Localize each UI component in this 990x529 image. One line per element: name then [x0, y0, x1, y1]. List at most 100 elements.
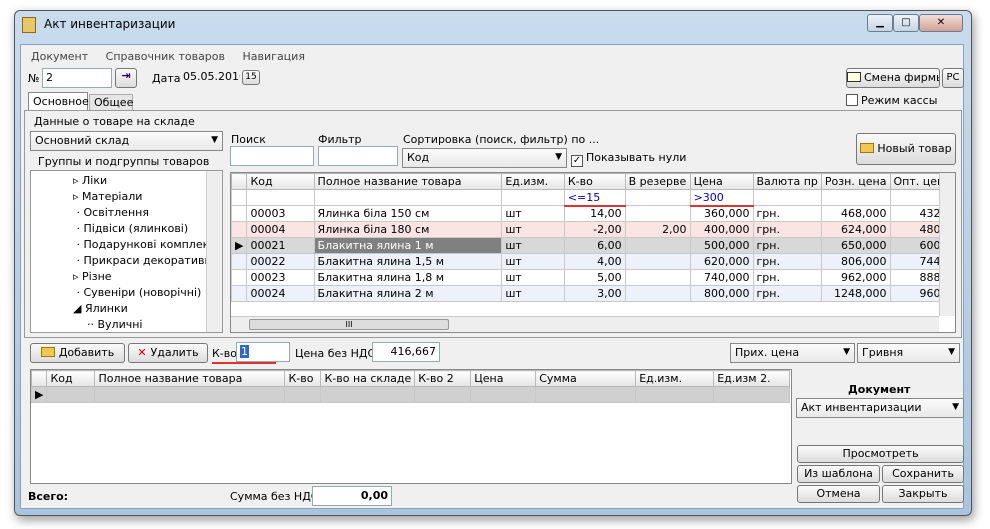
filter-cell[interactable] — [752, 189, 822, 206]
number-pick-button[interactable]: ⇥ — [115, 68, 137, 88]
maximize-button[interactable]: □ — [893, 14, 919, 32]
doc-number-input[interactable]: 2 — [42, 68, 112, 88]
new-item-button[interactable]: Новый товар — [856, 133, 956, 165]
tree-item[interactable]: · Освітлення — [73, 205, 222, 221]
close-button[interactable]: ✕ — [919, 14, 963, 32]
filter-cell[interactable] — [820, 189, 891, 206]
col-price[interactable]: Цена — [689, 173, 754, 190]
price-no-vat-value[interactable]: 416,667 — [372, 342, 440, 362]
col-retail[interactable]: Розн. цена — [820, 173, 891, 190]
delete-button[interactable]: ✕ Удалить — [128, 343, 208, 363]
col-price[interactable]: Цена — [470, 370, 537, 387]
price-no-vat-label: Цена без НДС: — [295, 347, 379, 360]
table-row[interactable]: 00024 Блакитна ялина 2 м шт 3,00 800,000 грн.… — [231, 285, 955, 302]
tree-item[interactable]: · Сувеніри (новорічні) — [73, 285, 222, 301]
folder-icon — [860, 143, 875, 153]
col-currency[interactable]: Валюта пр — [752, 173, 822, 190]
rc-button[interactable]: РС — [942, 68, 964, 88]
new-item-label: Новый товар — [877, 142, 952, 155]
add-button[interactable]: Добавить — [30, 343, 125, 363]
group-tree[interactable]: ▹ Ліки ▹ Матеріали · Освітлення · Підвіс… — [30, 170, 223, 333]
cash-mode-checkbox[interactable]: Режим кассы — [846, 94, 937, 107]
header-row: Код Полное название товара Ед.изм. К-во … — [231, 173, 955, 190]
cash-mode-label: Режим кассы — [861, 94, 938, 107]
col-qty[interactable]: К-во — [563, 173, 626, 190]
menu-catalog[interactable]: Справочник товаров — [106, 50, 225, 63]
tree-item[interactable]: · Прикраси декоративні — [73, 253, 222, 269]
tree-item[interactable]: ▹ Різне — [73, 269, 222, 285]
tab-general[interactable]: Общее — [89, 94, 133, 111]
products-grid: Код Полное название товара Ед.изм. К-во … — [230, 172, 956, 333]
col-unit[interactable]: Ед.изм. — [635, 370, 715, 387]
tree-item[interactable]: ◢ Ялинки — [73, 301, 222, 317]
col-unit[interactable]: Ед.изм. — [501, 173, 565, 190]
tree-item[interactable]: ·· Вуличні — [73, 317, 222, 332]
delete-icon: ✕ — [137, 346, 147, 359]
warehouse-select[interactable]: Основний склад — [30, 131, 223, 151]
col-sum[interactable]: Сумма — [535, 370, 637, 387]
search-label: Поиск — [231, 133, 266, 146]
col-name[interactable]: Полное название товара — [313, 173, 503, 190]
tree-item[interactable]: ▹ Ліки — [73, 173, 222, 189]
show-zero-checkbox[interactable]: ✓ Показывать нули — [571, 151, 686, 167]
tab-main[interactable]: Основное — [28, 92, 89, 111]
tree-item[interactable]: · Підвіси (ялинкові) — [73, 221, 222, 237]
filter-label: Фильтр — [318, 133, 362, 146]
preview-button[interactable]: Просмотреть — [797, 445, 964, 463]
products-table: Код Полное название товара Ед.изм. К-во … — [231, 173, 955, 302]
col-name[interactable]: Полное название товара — [94, 370, 286, 387]
document-label: Документ — [848, 383, 911, 396]
goods-section-title: Данные о товаре на складе — [34, 115, 195, 128]
document-type-select[interactable]: Акт инвентаризации — [796, 398, 964, 418]
col-reserve[interactable]: В резерве — [624, 173, 691, 190]
tree-item[interactable]: ▹ Матеріали — [73, 189, 222, 205]
check-icon: ✓ — [571, 155, 583, 167]
hscroll-thumb[interactable]: III — [249, 319, 449, 330]
cancel-button[interactable]: Отмена — [797, 485, 880, 503]
folder-open-icon — [40, 347, 55, 357]
col-qty2[interactable]: К-во 2 — [414, 370, 472, 387]
menu-document[interactable]: Документ — [31, 50, 88, 63]
save-button[interactable]: Сохранить — [882, 465, 964, 483]
col-code[interactable]: Код — [246, 173, 315, 190]
tree-scrollbar[interactable] — [206, 171, 222, 332]
filter-cell[interactable] — [624, 189, 691, 206]
minimize-button[interactable]: ▁ — [867, 14, 893, 32]
col-stock-qty[interactable]: К-во на складе — [320, 370, 416, 387]
table-row[interactable]: 00022 Блакитна ялина 1,5 м шт 4,00 620,000 гр… — [231, 253, 955, 270]
table-row[interactable]: 00004 Ялинка біла 180 см шт -2,00 2,00 400,00… — [231, 221, 955, 238]
tree-item[interactable]: · Подарункові комплекти — [73, 237, 222, 253]
currency-select[interactable]: Гривня — [857, 343, 960, 363]
sum-no-vat-value: 0,00 — [312, 486, 392, 506]
close-form-button[interactable]: Закрыть — [882, 485, 964, 503]
products-hscrollbar[interactable]: III — [231, 316, 939, 332]
col-qty[interactable]: К-во — [284, 370, 322, 387]
table-row[interactable]: 00003 Ялинка біла 150 см шт 14,00 360,000 грн… — [231, 205, 955, 222]
menu-navigation[interactable]: Навигация — [243, 50, 305, 63]
col-unit2[interactable]: Ед.изм 2. — [713, 370, 791, 387]
window-title: Акт инвентаризации — [44, 17, 176, 31]
filter-input[interactable] — [318, 146, 398, 166]
delete-label: Удалить — [150, 346, 199, 359]
from-template-button[interactable]: Из шаблона — [797, 465, 880, 483]
date-input[interactable]: 05.05.2016 — [180, 68, 240, 88]
products-vscrollbar[interactable] — [939, 173, 955, 316]
filter-cell[interactable] — [501, 189, 565, 206]
price-filter[interactable]: >300 — [689, 189, 754, 207]
search-input[interactable] — [230, 146, 314, 166]
qty-input[interactable]: 1 — [236, 342, 290, 362]
filter-cell[interactable] — [246, 189, 315, 206]
table-row[interactable]: ▶ — [30, 386, 791, 403]
qty-filter[interactable]: <=15 — [563, 189, 626, 207]
table-row-selected[interactable]: ▶ 00021 Блакитна ялина 1 м шт 6,00 500,000 грн… — [231, 237, 955, 254]
table-row[interactable]: 00023 Блакитна ялина 1,8 м шт 5,00 740,000 гр… — [231, 269, 955, 286]
add-label: Добавить — [58, 346, 115, 359]
row-pointer-icon: ▶ — [30, 386, 48, 403]
filter-cell[interactable] — [313, 189, 503, 206]
total-label: Всего: — [28, 490, 69, 503]
calendar-button[interactable]: 15 — [242, 70, 260, 85]
change-firm-button[interactable]: Смена фирмы — [846, 68, 940, 88]
sort-select[interactable]: Код — [402, 148, 567, 168]
price-type-select[interactable]: Прих. цена — [730, 343, 855, 363]
col-code[interactable]: Код — [46, 370, 96, 387]
